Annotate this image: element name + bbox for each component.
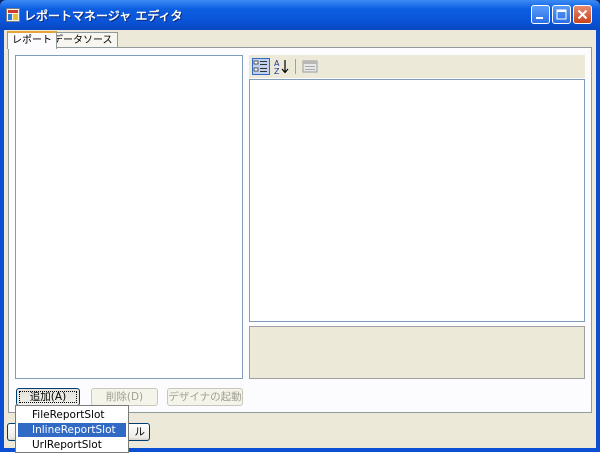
menu-item-inline-report-slot[interactable]: InlineReportSlot [18,423,126,437]
close-icon [577,9,588,20]
maximize-button[interactable] [552,5,571,24]
minimize-icon [536,17,543,19]
tab-report[interactable]: レポート [7,31,57,49]
add-dropdown-menu: FileReportSlot InlineReportSlot UrlRepor… [15,405,129,453]
menu-item-file-report-slot[interactable]: FileReportSlot [18,408,126,422]
title-bar[interactable]: レポートマネージャ エディタ [0,0,600,30]
alphabetical-sort-button[interactable]: A Z [273,58,291,76]
window-frame-right [596,30,600,452]
window-title: レポートマネージャ エディタ [24,9,183,23]
delete-button[interactable]: 削除(D) [91,388,158,406]
categorized-view-icon [253,60,267,72]
alphabetical-sort-icon: A Z [274,59,289,76]
add-button[interactable]: 追加(A) [16,388,80,406]
app-icon [6,8,20,22]
property-pages-button[interactable] [301,58,319,75]
close-button[interactable] [573,5,592,24]
property-pages-icon [302,60,318,73]
maximize-icon [556,9,567,20]
launch-designer-button[interactable]: デザイナの起動 [167,388,243,406]
menu-item-url-report-slot[interactable]: UrlReportSlot [18,438,126,452]
categorized-view-button[interactable] [252,58,270,75]
app-window: レポートマネージャ エディタ レポート データソース A Z 追加(A) 削除(… [0,0,600,453]
property-grid-toolbar: A Z [249,55,585,78]
svg-text:Z: Z [274,67,280,75]
toolbar-separator [295,59,296,74]
minimize-button[interactable] [531,5,550,24]
property-grid[interactable] [249,79,585,322]
property-description-panel [249,326,585,379]
report-list[interactable] [15,55,243,379]
